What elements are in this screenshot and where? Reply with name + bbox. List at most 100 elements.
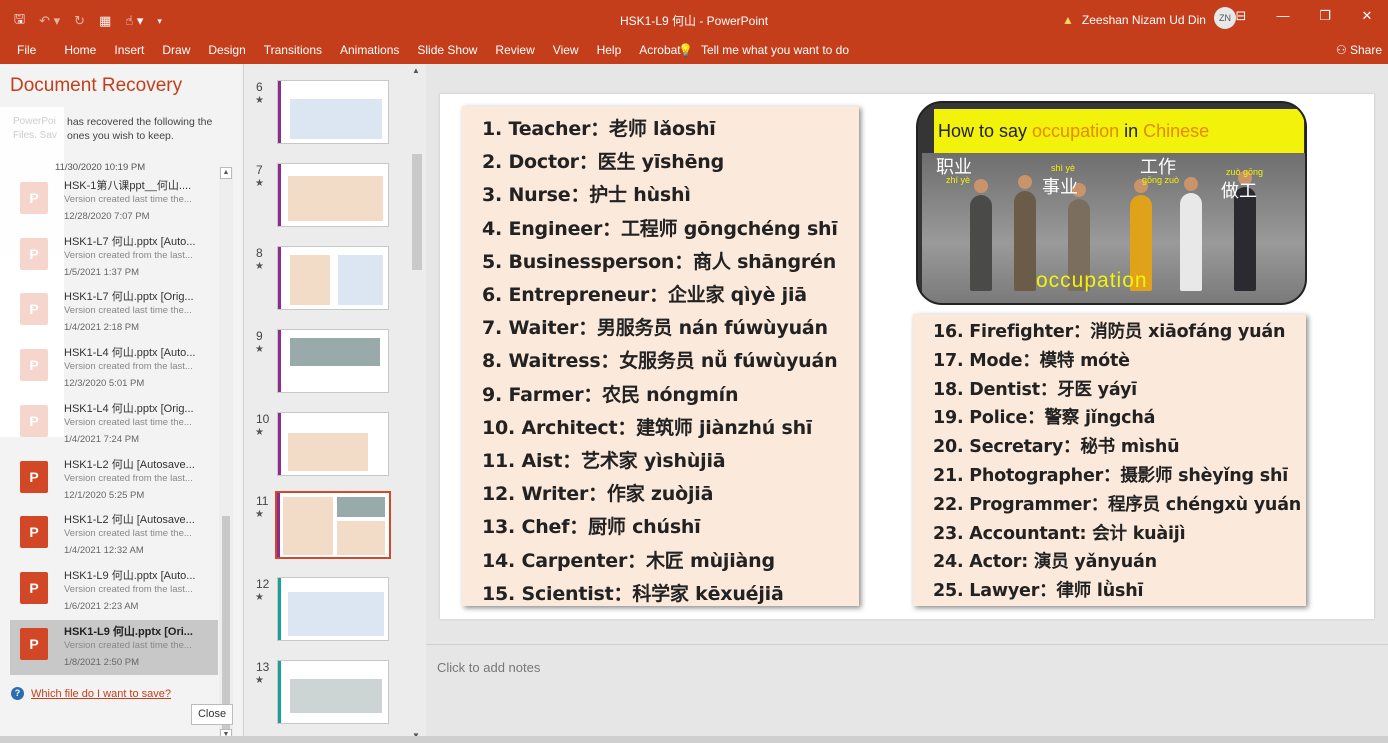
recovery-item-name: HSK1-L7 何山.pptx [Orig...	[64, 291, 194, 303]
occupation-picture-box: How to say occupation in Chinese zhí yè …	[916, 101, 1307, 305]
vocab-item: 9. Farmer：农民 nóngmín	[482, 383, 739, 406]
recovery-item[interactable]: P HSK1-L9 何山.pptx [Auto... Version created…	[10, 564, 218, 619]
recovery-item[interactable]: P HSK1-L7 何山.pptx [Auto... Version created…	[10, 230, 218, 285]
notes-placeholder[interactable]: Click to add notes	[437, 660, 540, 675]
tell-me-search[interactable]: 💡 Tell me what you want to do	[678, 43, 849, 57]
recovery-first-date: 11/30/2020 10:19 PM	[55, 162, 146, 173]
tab-transitions[interactable]: Transitions	[264, 43, 322, 57]
tab-design[interactable]: Design	[208, 43, 245, 57]
recovery-item-name: HSK1-L9 何山.pptx [Ori...	[64, 626, 193, 638]
vocab-item: 18. Dentist：牙医 yáyī	[933, 379, 1137, 400]
tab-help[interactable]: Help	[597, 43, 622, 57]
slide-number: 12	[256, 577, 270, 591]
vocab-item: 8. Waitress：女服务员 nǚ fúwùyuán	[482, 350, 838, 373]
slide-thumbnail[interactable]	[277, 246, 389, 310]
close-button[interactable]: Close	[191, 704, 233, 725]
recovery-desc-left: PowerPoi Files. Sav	[13, 116, 57, 141]
vocab-item: 22. Programmer：程序员 chéngxù yuán	[933, 494, 1302, 515]
notes-pane[interactable]: Click to add notes	[426, 644, 1388, 743]
recovery-item-desc: Version created last time the...	[64, 528, 192, 539]
recovery-scrollbar[interactable]: ▲ ▼	[219, 167, 233, 741]
slide-thumbnail[interactable]	[277, 329, 389, 393]
slide-thumbnail[interactable]	[275, 491, 391, 559]
help-link-row[interactable]: ? Which file do I want to save?	[11, 687, 171, 700]
which-file-link[interactable]: Which file do I want to save?	[31, 688, 171, 700]
recovery-item-name: HSK1-L9 何山.pptx [Auto...	[64, 570, 196, 582]
thumbnail-scrollbar[interactable]: ▲ ▼	[410, 66, 424, 740]
close-window-button[interactable]: ✕	[1346, 8, 1388, 24]
chinese-2: 事业	[1042, 177, 1078, 198]
slide-thumbnail[interactable]	[277, 80, 389, 144]
warning-icon: ▲	[1062, 13, 1074, 27]
vocab-item: 4. Engineer：工程师 gōngchéng shī	[482, 217, 838, 240]
recovery-item[interactable]: P HSK-1第八课ppt__何山.... Version created last…	[10, 174, 218, 229]
recovery-item-desc: Version created last time the...	[64, 305, 192, 316]
slide-thumbnail[interactable]	[277, 412, 389, 476]
vocab-item: 7. Waiter：男服务员 nán fúwùyuán	[482, 317, 828, 340]
tab-list: File Home Insert Draw Design Transitions Anima…	[17, 43, 699, 57]
occupation-list-right: 16. Firefighter：消防员 xiāofáng yuán 17. Mod…	[913, 314, 1306, 606]
tab-acrobat[interactable]: Acrobat	[639, 43, 680, 57]
powerpoint-file-icon: P	[20, 572, 48, 604]
vocab-item: 1. Teacher：老师 lǎoshī	[482, 118, 716, 140]
slide-thumbnail[interactable]	[277, 163, 389, 227]
pinyin-2: shì yè	[1051, 163, 1076, 173]
recovery-item[interactable]: P HSK1-L9 何山.pptx [Ori... Version created …	[10, 620, 218, 675]
slide-number: 6	[256, 80, 263, 94]
share-label: Share	[1349, 43, 1382, 57]
slide-thumbnail[interactable]	[277, 660, 389, 724]
animation-star-icon: ★	[255, 427, 264, 438]
tab-draw[interactable]: Draw	[162, 43, 190, 57]
pinyin-4: zuò gōng	[1226, 167, 1264, 177]
minimize-button[interactable]: —	[1262, 8, 1304, 24]
scroll-up-icon[interactable]: ▲	[220, 167, 232, 179]
tab-insert[interactable]: Insert	[114, 43, 144, 57]
slide[interactable]: 1. Teacher：老师 lǎoshī 2. Doctor：医生 yīshēng…	[440, 94, 1374, 619]
recovery-item[interactable]: P HSK1-L7 何山.pptx [Orig... Version created…	[10, 285, 218, 340]
maximize-button[interactable]: ❐	[1304, 8, 1346, 24]
recovery-item-date: 12/3/2020 5:01 PM	[64, 378, 145, 389]
slide-canvas: 1. Teacher：老师 lǎoshī 2. Doctor：医生 yīshēng…	[426, 64, 1388, 644]
recovery-item[interactable]: P HSK1-L4 何山.pptx [Orig... Version created…	[10, 397, 218, 452]
slide-thumbnail-pane: 6 ★ 7 ★ 8 ★ 9 ★ 10 ★ 11 ★ 12 ★ 13 ★	[244, 64, 426, 743]
share-button[interactable]: ⚇ Share	[1336, 43, 1382, 57]
recovery-item-desc: Version created from the last...	[64, 250, 193, 261]
recovery-item[interactable]: P HSK1-L2 何山 [Autosave... Version created …	[10, 508, 218, 563]
vocab-item: 17. Mode：模特 mótè	[933, 350, 1130, 371]
recovery-item-date: 1/5/2021 1:37 PM	[64, 267, 139, 278]
document-recovery-pane: Document Recovery PowerPoi Files. Sav ha…	[0, 64, 244, 743]
powerpoint-file-icon: P	[20, 516, 48, 548]
slide-thumbnail[interactable]	[277, 577, 389, 641]
tell-me-label: Tell me what you want to do	[700, 43, 850, 57]
tab-file[interactable]: File	[17, 43, 36, 57]
tab-review[interactable]: Review	[495, 43, 534, 57]
tab-home[interactable]: Home	[64, 43, 96, 57]
recovery-item-name: HSK1-L2 何山 [Autosave...	[64, 459, 195, 471]
slide-number: 7	[256, 163, 263, 177]
recovery-item[interactable]: P HSK1-L4 何山.pptx [Auto... Version created…	[10, 341, 218, 396]
recovery-item-desc: Version created last time the...	[64, 194, 192, 205]
recovery-item-name: HSK1-L4 何山.pptx [Auto...	[64, 347, 196, 359]
status-bar	[0, 736, 1388, 743]
vocab-item: 2. Doctor：医生 yīshēng	[482, 151, 725, 174]
tab-slide-show[interactable]: Slide Show	[417, 43, 477, 57]
animation-star-icon: ★	[255, 261, 264, 272]
vocab-item: 5. Businessperson：商人 shāngrén	[482, 250, 837, 273]
recovery-item[interactable]: P HSK1-L2 何山 [Autosave... Version created …	[10, 453, 218, 508]
share-icon: ⚇	[1335, 43, 1347, 57]
scroll-up-icon[interactable]: ▲	[412, 66, 420, 75]
recovery-item-name: HSK1-L7 何山.pptx [Auto...	[64, 236, 196, 248]
recovery-item-desc: Version created from the last...	[64, 361, 193, 372]
recovery-item-desc: Version created from the last...	[64, 473, 193, 484]
user-area[interactable]: ▲ Zeeshan Nizam Ud Din ZN	[1062, 7, 1236, 29]
ribbon-display-icon[interactable]: ⊟	[1220, 8, 1262, 24]
help-icon: ?	[11, 687, 24, 700]
recovery-item-date: 1/4/2021 7:24 PM	[64, 434, 139, 445]
recovery-item-name: HSK-1第八课ppt__何山....	[64, 180, 192, 192]
tab-animations[interactable]: Animations	[340, 43, 399, 57]
tab-view[interactable]: View	[553, 43, 579, 57]
chinese-4: 做工	[1221, 181, 1257, 202]
lightbulb-icon: 💡	[678, 43, 693, 57]
scroll-thumb[interactable]	[412, 154, 422, 270]
slide-number: 10	[256, 412, 270, 426]
